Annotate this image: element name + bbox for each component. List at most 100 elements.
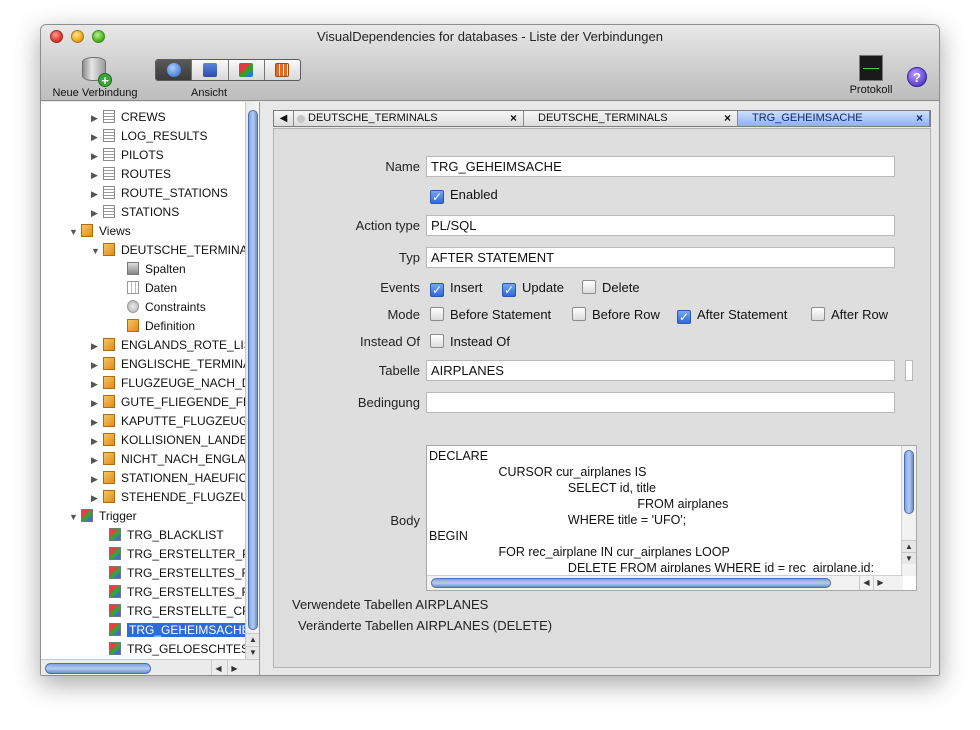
tree-node-trigger[interactable]: TRG_ERSTELLTE_CRE (109, 602, 246, 621)
tab-deutsche-terminals-1[interactable]: DEUTSCHE_TERMINALS × (294, 111, 524, 126)
tree-node-view[interactable]: ▶ KAPUTTE_FLUGZEUG (91, 412, 246, 431)
scroll-up-arrow-icon[interactable]: ▲ (246, 633, 259, 645)
tree-node-view[interactable]: ▶ ENGLISCHE_TERMINA (91, 355, 246, 374)
mode-after-row-checkbox[interactable]: After Row (811, 307, 888, 323)
bedingung-field[interactable] (426, 392, 895, 413)
scroll-left-arrow-icon[interactable]: ◀ (859, 576, 873, 590)
tab-close-icon[interactable]: × (510, 111, 517, 126)
action-type-field[interactable]: PL/SQL (426, 215, 895, 236)
body-horizontal-scroll-thumb[interactable] (431, 578, 831, 588)
mode-before-row-checkbox[interactable]: Before Row (572, 307, 660, 323)
scroll-right-arrow-icon[interactable]: ▶ (873, 576, 887, 590)
protokoll-button[interactable]: Protokoll (841, 55, 901, 96)
body-vertical-scroll-thumb[interactable] (904, 450, 914, 514)
disclosure-triangle-icon[interactable]: ▶ (91, 337, 103, 356)
tabelle-picker-button[interactable] (905, 360, 913, 381)
tree-node-view[interactable]: ▶ FLUGZEUGE_NACH_D (91, 374, 246, 393)
tree-node-trigger-folder[interactable]: ▼ Trigger (69, 507, 137, 526)
tree-node-definition[interactable]: Definition (127, 317, 195, 336)
disclosure-triangle-icon[interactable]: ▶ (91, 128, 103, 147)
scroll-up-arrow-icon[interactable]: ▲ (902, 540, 916, 552)
object-tree: ▶ CREWS ▶ LOG_RESULTS ▶ PILOTS ▶ ROUTES ▶ ROU… (41, 102, 246, 659)
tree-node-trigger[interactable]: TRG_GELOESCHTES_ (109, 640, 246, 659)
scroll-down-arrow-icon[interactable]: ▼ (902, 552, 916, 564)
tree-node-trigger[interactable]: TRG_ERSTELLTER_PII (109, 545, 246, 564)
tree-node-table[interactable]: ▶ ROUTES (91, 165, 171, 184)
tree-node-view[interactable]: ▶ KOLLISIONEN_LANDE (91, 431, 246, 450)
help-button[interactable]: ? (907, 67, 927, 87)
tree-node-trigger-selected[interactable]: TRG_GEHEIMSACHE (109, 621, 246, 640)
mode-after-statement-checkbox[interactable]: ✓ After Statement (677, 307, 787, 324)
view-segmented-control[interactable] (155, 59, 301, 81)
tree-node-view[interactable]: ▶ STEHENDE_FLUGZEU (91, 488, 246, 507)
disclosure-triangle-icon[interactable]: ▶ (91, 185, 103, 204)
tree-node-view[interactable]: ▶ STATIONEN_HAEUFIC (91, 469, 246, 488)
disclosure-triangle-open-icon[interactable]: ▼ (69, 508, 81, 527)
disclosure-triangle-icon[interactable]: ▶ (91, 489, 103, 508)
hierarchy-icon (202, 63, 217, 77)
tab-deutsche-terminals-2[interactable]: DEUTSCHE_TERMINALS × (524, 111, 738, 126)
disclosure-triangle-icon[interactable]: ▶ (91, 470, 103, 489)
mode-before-statement-checkbox[interactable]: Before Statement (430, 307, 551, 323)
disclosure-triangle-icon[interactable]: ▶ (91, 375, 103, 394)
tree-node-table[interactable]: ▶ ROUTE_STATIONS (91, 184, 228, 203)
tree-horizontal-scrollbar[interactable]: ◀ ▶ (41, 659, 259, 675)
event-insert-checkbox[interactable]: ✓ Insert (430, 280, 483, 297)
disclosure-triangle-open-icon[interactable]: ▼ (91, 242, 103, 261)
disclosure-triangle-open-icon[interactable]: ▼ (69, 223, 81, 242)
tree-horizontal-scroll-thumb[interactable] (45, 663, 151, 674)
tree-node-table[interactable]: ▶ PILOTS (91, 146, 164, 165)
trigger-icon (109, 547, 121, 560)
scroll-down-arrow-icon[interactable]: ▼ (246, 646, 259, 658)
body-code-text[interactable]: DECLARE CURSOR cur_airplanes IS SELECT i… (429, 448, 899, 572)
view-segment-hierarchy[interactable] (192, 60, 229, 80)
event-update-checkbox[interactable]: ✓ Update (502, 280, 564, 297)
tree-node-columns[interactable]: Spalten (127, 260, 186, 279)
tree-node-view[interactable]: ▶ NICHT_NACH_ENGLA (91, 450, 246, 469)
disclosure-triangle-icon[interactable]: ▶ (91, 356, 103, 375)
disclosure-triangle-icon[interactable]: ▶ (91, 432, 103, 451)
tree-node-view[interactable]: ▼ DEUTSCHE_TERMINA (91, 241, 246, 260)
scroll-right-arrow-icon[interactable]: ▶ (227, 660, 241, 675)
new-connection-button[interactable]: + Neue Verbindung (47, 55, 143, 99)
body-vertical-scrollbar[interactable]: ▲ ▼ (901, 446, 916, 576)
tab-close-icon[interactable]: × (724, 111, 731, 126)
tree-node-table[interactable]: ▶ STATIONS (91, 203, 179, 222)
tree-node-views-folder[interactable]: ▼ Views (69, 222, 131, 241)
view-segment-shapes[interactable] (229, 60, 265, 80)
enabled-checkbox[interactable]: ✓ Enabled (430, 187, 498, 204)
table-icon (103, 129, 115, 142)
disclosure-triangle-icon[interactable]: ▶ (91, 166, 103, 185)
tree-vertical-scroll-thumb[interactable] (248, 110, 258, 630)
body-code-editor[interactable]: DECLARE CURSOR cur_airplanes IS SELECT i… (426, 445, 917, 591)
disclosure-triangle-icon[interactable]: ▶ (91, 413, 103, 432)
tree-node-trigger[interactable]: TRG_BLACKLIST (109, 526, 224, 545)
tab-trg-geheimsache[interactable]: TRG_GEHEIMSACHE × (738, 111, 930, 126)
tab-scroll-left-icon[interactable]: ◀ (274, 111, 294, 126)
tree-node-view[interactable]: ▶ GUTE_FLIEGENDE_FL (91, 393, 246, 412)
tabelle-field[interactable]: AIRPLANES (426, 360, 895, 381)
tree-node-trigger[interactable]: TRG_ERSTELLTES_FLI (109, 583, 246, 602)
view-segment-grid[interactable] (265, 60, 300, 80)
typ-field[interactable]: AFTER STATEMENT (426, 247, 895, 268)
tree-node-table[interactable]: ▶ CREWS (91, 108, 166, 127)
disclosure-triangle-icon[interactable]: ▶ (91, 204, 103, 223)
scroll-left-arrow-icon[interactable]: ◀ (211, 660, 225, 675)
tree-node-trigger[interactable]: TRG_ERSTELLTES_FLI (109, 564, 246, 583)
body-horizontal-scrollbar[interactable]: ◀ ▶ (427, 575, 903, 590)
tree-vertical-scrollbar[interactable]: ▲ ▼ (245, 102, 259, 659)
tab-close-icon[interactable]: × (916, 111, 923, 126)
disclosure-triangle-icon[interactable]: ▶ (91, 451, 103, 470)
tree-node-view[interactable]: ▶ ENGLANDS_ROTE_LIS (91, 336, 246, 355)
event-delete-checkbox[interactable]: Delete (582, 280, 640, 296)
trigger-icon (109, 566, 121, 579)
tree-node-constraints[interactable]: Constraints (127, 298, 206, 317)
disclosure-triangle-icon[interactable]: ▶ (91, 109, 103, 128)
instead-of-checkbox[interactable]: Instead Of (430, 334, 510, 350)
view-segment-globe[interactable] (156, 60, 193, 80)
tree-node-data[interactable]: Daten (127, 279, 177, 298)
disclosure-triangle-icon[interactable]: ▶ (91, 394, 103, 413)
tree-node-table[interactable]: ▶ LOG_RESULTS (91, 127, 207, 146)
name-field[interactable]: TRG_GEHEIMSACHE (426, 156, 895, 177)
disclosure-triangle-icon[interactable]: ▶ (91, 147, 103, 166)
